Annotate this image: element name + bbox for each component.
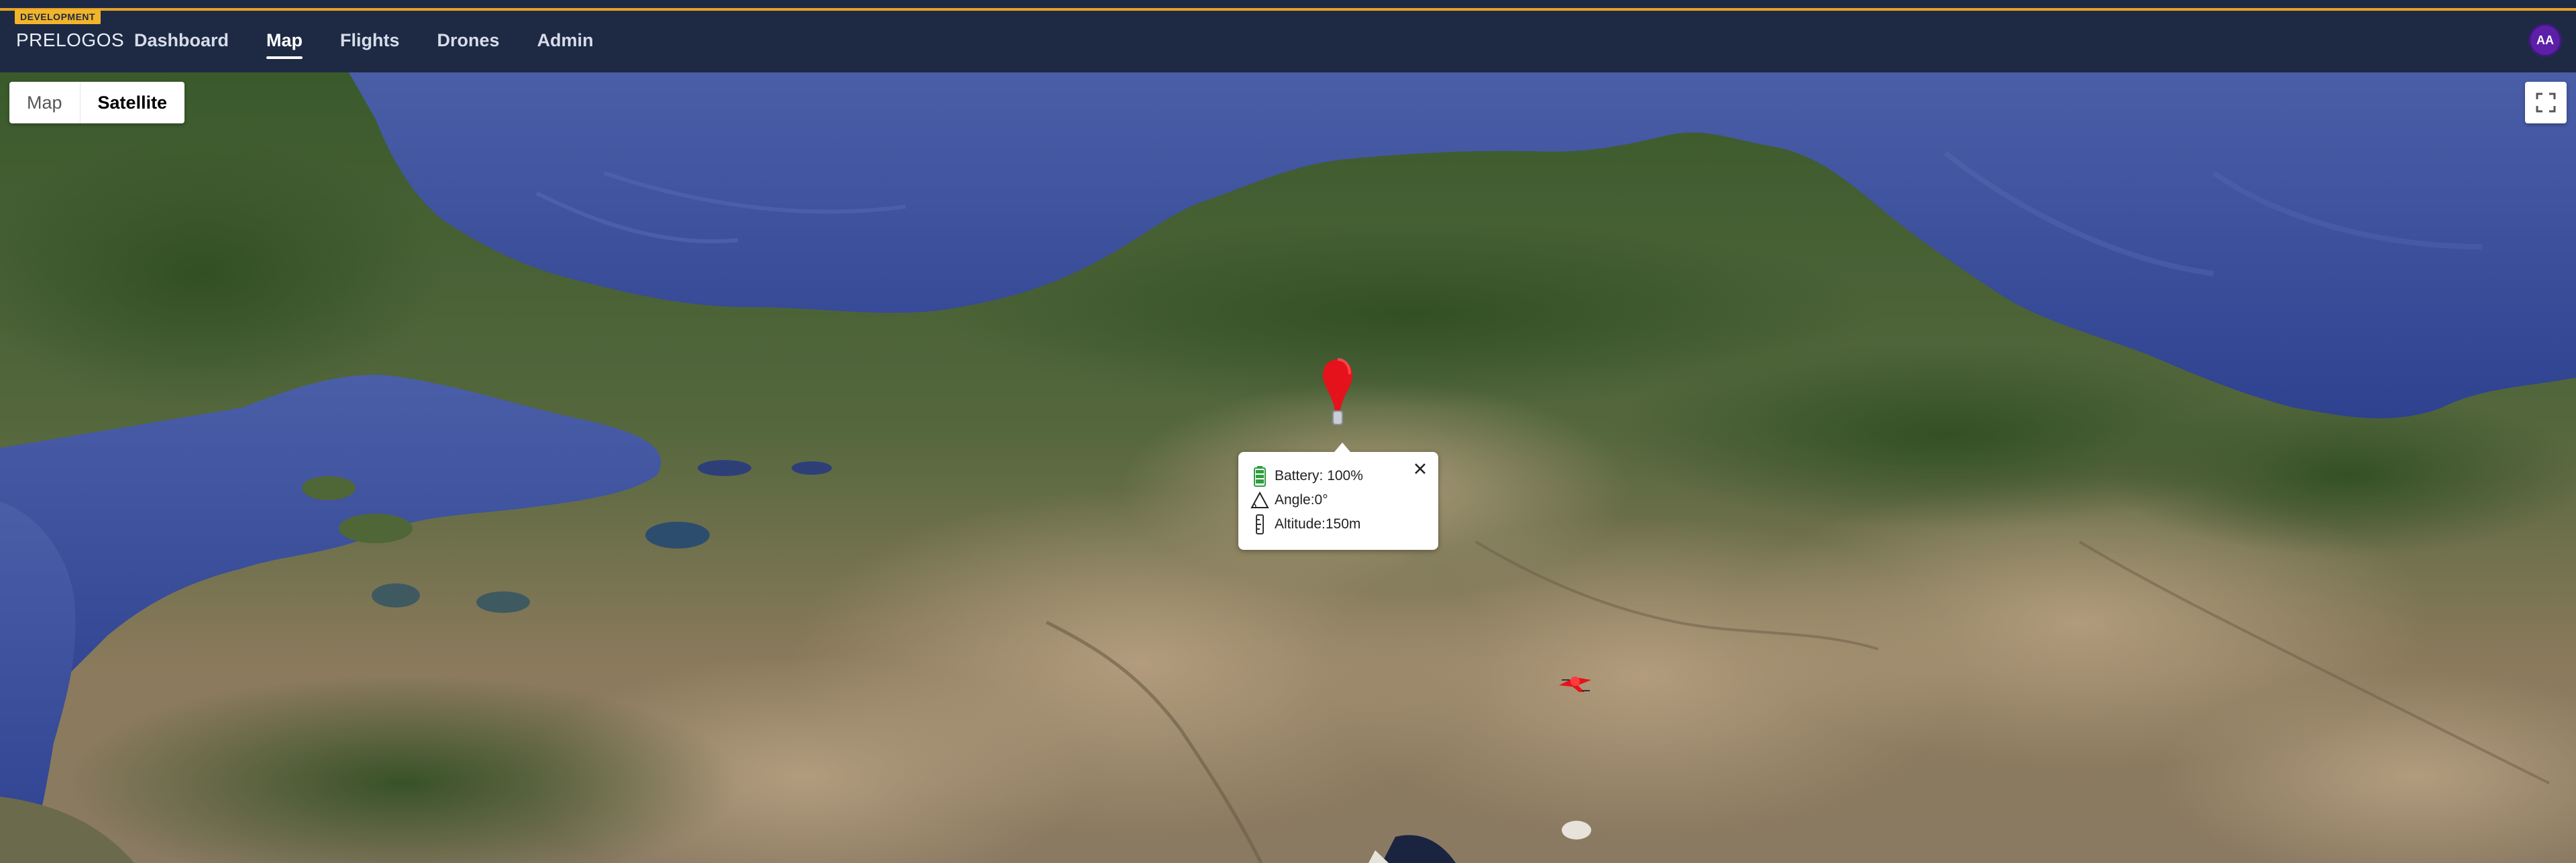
nav-item-map[interactable]: Map <box>266 28 303 59</box>
map-type-map-button[interactable]: Map <box>9 82 80 123</box>
drone-icon[interactable] <box>1555 665 1595 699</box>
battery-icon <box>1250 465 1269 487</box>
close-icon <box>1415 463 1426 474</box>
nav-item-drones[interactable]: Drones <box>437 28 500 52</box>
nav-item-admin[interactable]: Admin <box>537 28 594 52</box>
nav-item-dashboard[interactable]: Dashboard <box>134 28 229 52</box>
battery-row: Battery: 100% <box>1250 464 1426 488</box>
map-pin-icon[interactable] <box>1320 357 1355 430</box>
nav-item-flights[interactable]: Flights <box>340 28 400 52</box>
user-avatar[interactable]: AA <box>2530 25 2560 55</box>
map-type-satellite-button[interactable]: Satellite <box>79 82 185 123</box>
satellite-map[interactable]: Map Satellite Battery: 100% Angle:0° Alt… <box>0 72 2576 863</box>
battery-text: Battery: 100% <box>1275 468 1363 483</box>
altitude-icon <box>1250 514 1269 535</box>
info-window-close-button[interactable] <box>1410 459 1430 479</box>
map-page: DEVELOPMENT PRELOGOS Dashboard Map Fligh… <box>0 0 2576 863</box>
map-type-control: Map Satellite <box>9 82 185 123</box>
altitude-text: Altitude:150m <box>1275 516 1361 532</box>
angle-icon <box>1250 490 1269 511</box>
top-navbar: DEVELOPMENT PRELOGOS Dashboard Map Fligh… <box>0 0 2576 72</box>
fullscreen-button[interactable] <box>2525 82 2567 123</box>
drone-info-window: Battery: 100% Angle:0° Altitude:150m <box>1238 443 1438 550</box>
angle-row: Angle:0° <box>1250 488 1426 512</box>
angle-text: Angle:0° <box>1275 492 1328 508</box>
main-nav: Dashboard Map Flights Drones Admin <box>134 28 594 59</box>
altitude-row: Altitude:150m <box>1250 512 1426 536</box>
environment-accent-bar <box>0 8 2576 11</box>
environment-badge: DEVELOPMENT <box>15 9 101 24</box>
brand-logo-text[interactable]: PRELOGOS <box>16 28 124 52</box>
fullscreen-icon <box>2536 93 2556 113</box>
